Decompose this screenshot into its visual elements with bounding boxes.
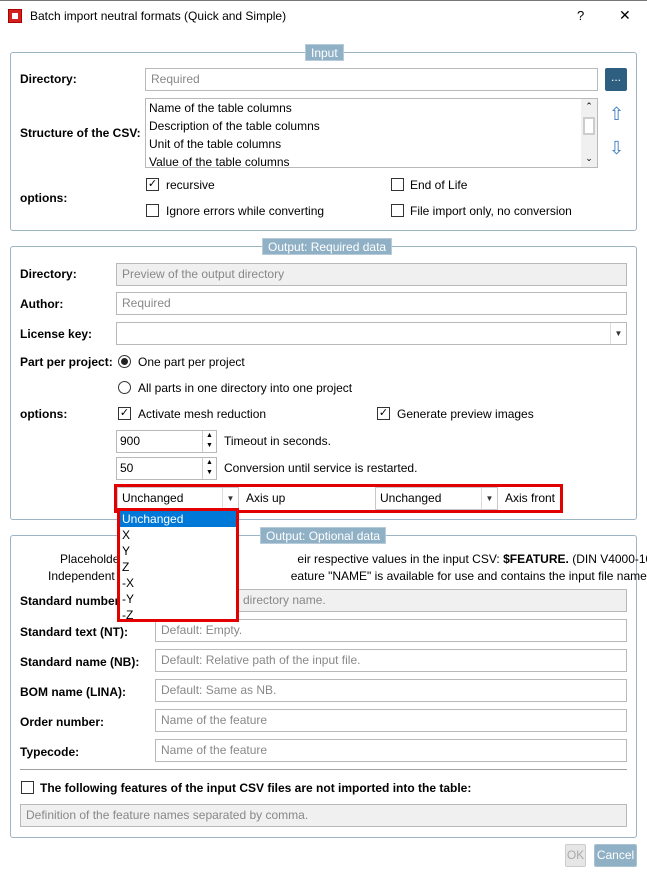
directory-label: Directory: xyxy=(20,72,77,86)
restart-value[interactable]: 50 xyxy=(120,461,133,475)
spin-arrows-icon[interactable]: ▲ ▼ xyxy=(202,431,216,452)
axis-front-combo[interactable]: Unchanged ▼ xyxy=(375,487,498,510)
author-label: Author: xyxy=(20,297,64,311)
axis-front-value[interactable]: Unchanged xyxy=(380,491,441,505)
dropdown-option[interactable]: -Z xyxy=(120,607,236,623)
dropdown-option[interactable]: X xyxy=(120,527,236,543)
dropdown-option[interactable]: Unchanged xyxy=(120,511,236,527)
exclude-features-field: Definition of the feature names separate… xyxy=(20,804,627,827)
axis-up-combo[interactable]: Unchanged ▼ xyxy=(117,487,239,510)
all-parts-radio[interactable] xyxy=(118,381,131,394)
bom-label: BOM name (LINA): xyxy=(20,685,126,699)
mesh-reduction-checkbox[interactable]: ✓ xyxy=(118,407,131,420)
structure-list[interactable]: Name of the table columns Description of… xyxy=(145,98,598,168)
dropdown-option[interactable]: Y xyxy=(120,543,236,559)
move-up-icon[interactable]: ⇧ xyxy=(609,104,624,125)
input-directory-field[interactable]: Required xyxy=(145,68,598,91)
axis-front-label: Axis front xyxy=(505,491,556,505)
chevron-down-icon[interactable]: ▼ xyxy=(610,323,626,344)
std-number-label: Standard number xyxy=(20,594,120,608)
chevron-down-icon[interactable]: ▼ xyxy=(481,488,497,509)
timeout-value[interactable]: 900 xyxy=(120,434,140,448)
dropdown-option[interactable]: -X xyxy=(120,575,236,591)
file-import-only-label: File import only, no conversion xyxy=(410,204,572,218)
recursive-label: recursive xyxy=(166,178,215,192)
license-label: License key: xyxy=(20,327,93,341)
order-number-field[interactable]: Name of the feature xyxy=(155,709,627,732)
timeout-label: Timeout in seconds. xyxy=(224,434,331,448)
cancel-button[interactable]: Cancel xyxy=(594,844,637,867)
preview-images-checkbox[interactable]: ✓ xyxy=(377,407,390,420)
bom-field[interactable]: Default: Same as NB. xyxy=(155,679,627,702)
exclude-features-label: The following features of the input CSV … xyxy=(40,781,472,795)
restart-label: Conversion until service is restarted. xyxy=(224,461,418,475)
options-label: options: xyxy=(20,191,68,205)
list-item[interactable]: Unit of the table columns xyxy=(149,137,281,151)
std-name-field[interactable]: Default: Relative path of the input file… xyxy=(155,649,627,672)
optional-legend: Output: Optional data xyxy=(260,527,387,544)
end-of-life-label: End of Life xyxy=(410,178,468,192)
exclude-features-checkbox[interactable] xyxy=(21,781,34,794)
structure-label: Structure of the CSV: xyxy=(20,126,141,140)
chevron-down-icon[interactable]: ▼ xyxy=(222,488,238,509)
std-text-label: Standard text (NT): xyxy=(20,625,128,639)
ok-button[interactable]: OK xyxy=(565,844,586,867)
axis-up-dropdown: Unchanged X Y Z -X -Y -Z xyxy=(117,508,239,622)
output-directory-field: Preview of the output directory xyxy=(116,263,627,286)
license-key-combo[interactable]: ▼ xyxy=(116,322,627,345)
std-name-label: Standard name (NB): xyxy=(20,655,140,669)
input-legend: Input xyxy=(305,44,344,61)
ignore-errors-label: Ignore errors while converting xyxy=(166,204,325,218)
recursive-checkbox[interactable]: ✓ xyxy=(146,178,159,191)
close-button[interactable]: ✕ xyxy=(619,7,631,24)
list-item[interactable]: Name of the table columns xyxy=(149,101,292,115)
axis-up-label: Axis up xyxy=(246,491,286,505)
list-item[interactable]: Description of the table columns xyxy=(149,119,320,133)
one-part-label: One part per project xyxy=(138,355,245,369)
dropdown-option[interactable]: Z xyxy=(120,559,236,575)
help-button[interactable]: ? xyxy=(577,8,584,23)
typecode-label: Typecode: xyxy=(20,745,80,759)
file-import-only-checkbox[interactable] xyxy=(391,204,404,217)
spin-arrows-icon[interactable]: ▲ ▼ xyxy=(202,458,216,479)
order-number-label: Order number: xyxy=(20,715,105,729)
preview-images-label: Generate preview images xyxy=(397,407,534,421)
typecode-field[interactable]: Name of the feature xyxy=(155,739,627,762)
part-per-project-label: Part per project: xyxy=(20,355,113,369)
scrollbar[interactable]: ⌃ ⌄ xyxy=(581,99,597,167)
list-item[interactable]: Value of the table columns xyxy=(149,155,290,167)
output-directory-label: Directory: xyxy=(20,267,77,281)
restart-spinbox[interactable]: 50 ▲ ▼ xyxy=(116,457,217,480)
browse-button[interactable]: ... xyxy=(605,68,627,91)
mesh-reduction-label: Activate mesh reduction xyxy=(138,407,267,421)
author-field[interactable]: Required xyxy=(116,292,627,315)
dropdown-option[interactable]: -Y xyxy=(120,591,236,607)
timeout-spinbox[interactable]: 900 ▲ ▼ xyxy=(116,430,217,453)
one-part-radio[interactable] xyxy=(118,355,131,368)
divider xyxy=(20,769,627,770)
window-title: Batch import neutral formats (Quick and … xyxy=(30,9,287,23)
ignore-errors-checkbox[interactable] xyxy=(146,204,159,217)
all-parts-label: All parts in one directory into one proj… xyxy=(138,381,353,395)
app-icon xyxy=(8,9,22,23)
required-options-label: options: xyxy=(20,407,68,421)
required-legend: Output: Required data xyxy=(262,238,393,255)
axis-up-value[interactable]: Unchanged xyxy=(122,491,183,505)
move-down-icon[interactable]: ⇩ xyxy=(609,138,624,159)
end-of-life-checkbox[interactable] xyxy=(391,178,404,191)
